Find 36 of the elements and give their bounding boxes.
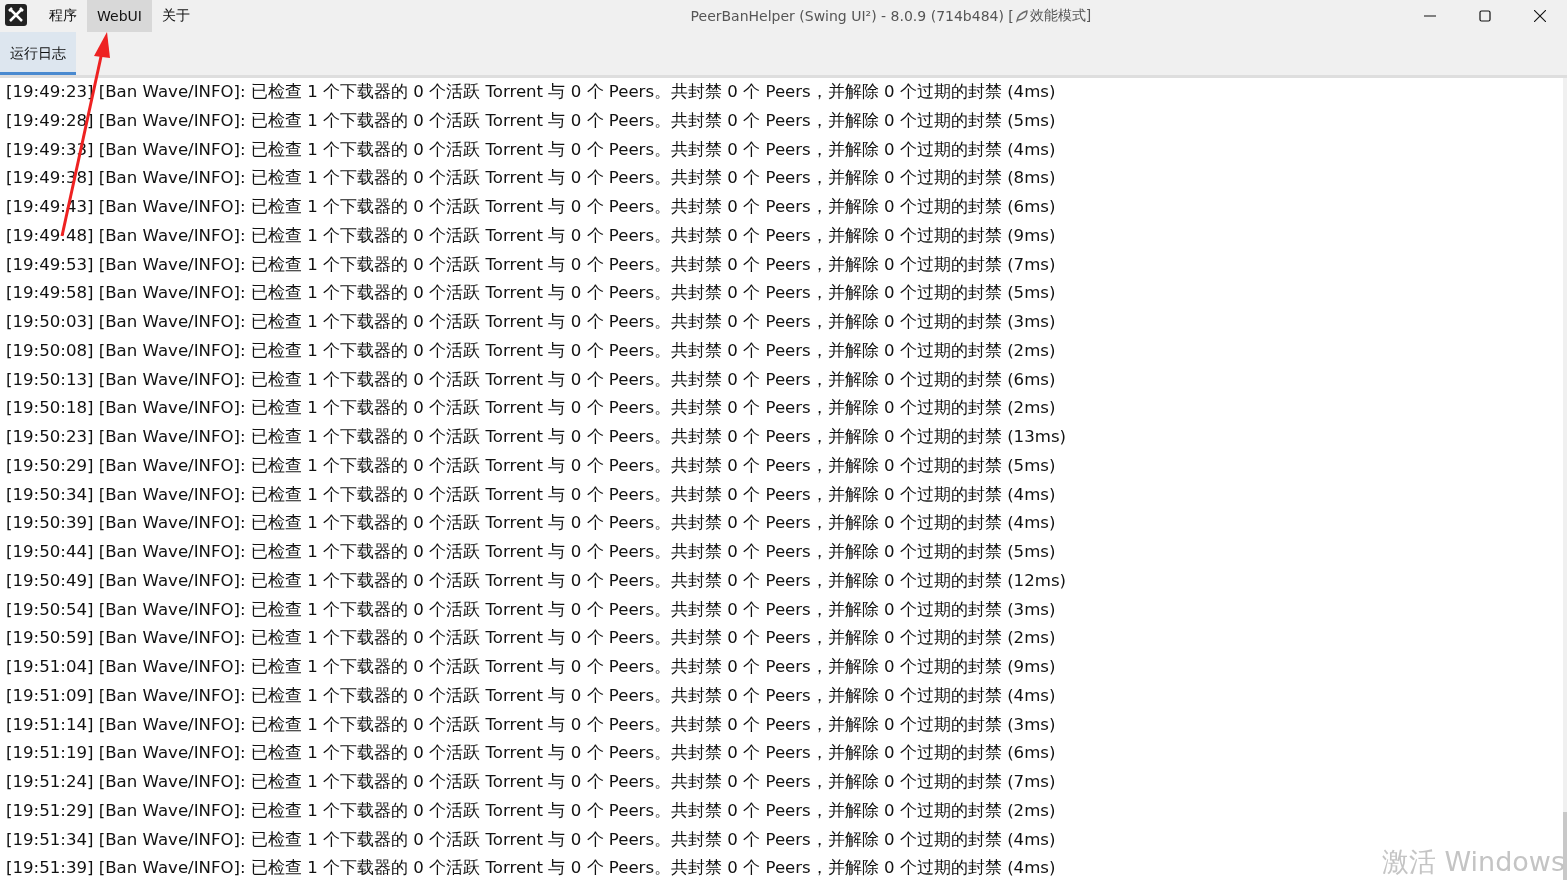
menu-item[interactable]: WebUI bbox=[87, 0, 152, 32]
log-line: [19:50:44] [Ban Wave/INFO]: 已检查 1 个下载器的 0 个活跃 Torrent 与 0 个 Peers。共封禁 0 个 Peers，并解除 0 个过期的封禁 (5ms) bbox=[6, 541, 1056, 563]
log-line: [19:51:34] [Ban Wave/INFO]: 已检查 1 个下载器的 0 个活跃 Torrent 与 0 个 Peers。共封禁 0 个 Peers，并解除 0 个过期的封禁 (4ms) bbox=[6, 828, 1056, 851]
app-logo-icon bbox=[5, 4, 27, 26]
log-line: [19:50:39] [Ban Wave/INFO]: 已检查 1 个下载器的 0 个活跃 Torrent 与 0 个 Peers。共封禁 0 个 Peers，并解除 0 个过期的封禁 (4ms) bbox=[6, 512, 1056, 535]
log-line: [19:50:03] [Ban Wave/INFO]: 已检查 1 个下载器的 0 个活跃 Torrent 与 0 个 Peers。共封禁 0 个 Peers，并解除 0 个过期的封禁 (3ms) bbox=[6, 311, 1056, 333]
log-line: [19:50:59] [Ban Wave/INFO]: 已检查 1 个下载器的 0 个活跃 Torrent 与 0 个 Peers。共封禁 0 个 Peers，并解除 0 个过期的封禁 (2ms) bbox=[6, 627, 1056, 650]
log-line: [19:49:23] [Ban Wave/INFO]: 已检查 1 个下载器的 0 个活跃 Torrent 与 0 个 Peers。共封禁 0 个 Peers，并解除 0 个过期的封禁 (4ms) bbox=[6, 81, 1056, 103]
log-line: [19:51:24] [Ban Wave/INFO]: 已检查 1 个下载器的 0 个活跃 Torrent 与 0 个 Peers。共封禁 0 个 Peers，并解除 0 个过期的封禁 (7ms) bbox=[6, 771, 1056, 793]
leaf-icon bbox=[1014, 9, 1029, 23]
tab[interactable]: 运行日志 bbox=[0, 32, 76, 75]
scrollbar-thumb[interactable] bbox=[1563, 812, 1567, 880]
log-line: [19:50:08] [Ban Wave/INFO]: 已检查 1 个下载器的 0 个活跃 Torrent 与 0 个 Peers。共封禁 0 个 Peers，并解除 0 个过期的封禁 (2ms) bbox=[6, 339, 1056, 362]
activation-notice: 激活 Windows bbox=[1381, 845, 1565, 879]
log-line: [19:51:14] [Ban Wave/INFO]: 已检查 1 个下载器的 0 个活跃 Torrent 与 0 个 Peers。共封禁 0 个 Peers，并解除 0 个过期的封禁 (3ms) bbox=[6, 713, 1056, 736]
log-line: [19:50:29] [Ban Wave/INFO]: 已检查 1 个下载器的 0 个活跃 Torrent 与 0 个 Peers。共封禁 0 个 Peers，并解除 0 个过期的封禁 (5ms) bbox=[6, 454, 1056, 477]
menu-item[interactable]: 关于 bbox=[151, 0, 200, 32]
log-line: [19:50:18] [Ban Wave/INFO]: 已检查 1 个下载器的 0 个活跃 Torrent 与 0 个 Peers。共封禁 0 个 Peers，并解除 0 个过期的封禁 (2ms) bbox=[6, 397, 1056, 420]
window-title-suffix: 效能模式] bbox=[1029, 7, 1092, 25]
log-line: [19:49:58] [Ban Wave/INFO]: 已检查 1 个下载器的 0 个活跃 Torrent 与 0 个 Peers。共封禁 0 个 Peers，并解除 0 个过期的封禁 (5ms) bbox=[6, 282, 1056, 305]
log-line: [19:51:09] [Ban Wave/INFO]: 已检查 1 个下载器的 0 个活跃 Torrent 与 0 个 Peers。共封禁 0 个 Peers，并解除 0 个过期的封禁 (4ms) bbox=[6, 684, 1056, 707]
log-line: [19:50:54] [Ban Wave/INFO]: 已检查 1 个下载器的 0 个活跃 Torrent 与 0 个 Peers。共封禁 0 个 Peers，并解除 0 个过期的封禁 (3ms) bbox=[6, 598, 1056, 621]
log-line: [19:50:13] [Ban Wave/INFO]: 已检查 1 个下载器的 0 个活跃 Torrent 与 0 个 Peers。共封禁 0 个 Peers，并解除 0 个过期的封禁 (6ms) bbox=[6, 368, 1056, 391]
menu-item[interactable]: 程序 bbox=[39, 0, 87, 32]
log-line: [19:50:23] [Ban Wave/INFO]: 已检查 1 个下载器的 0 个活跃 Torrent 与 0 个 Peers。共封禁 0 个 Peers，并解除 0 个过期的封禁 (13ms) bbox=[6, 426, 1067, 448]
log-line: [19:51:29] [Ban Wave/INFO]: 已检查 1 个下载器的 0 个活跃 Torrent 与 0 个 Peers。共封禁 0 个 Peers，并解除 0 个过期的封禁 (2ms) bbox=[6, 799, 1056, 822]
close-icon bbox=[1533, 10, 1546, 22]
log-line: [19:51:19] [Ban Wave/INFO]: 已检查 1 个下载器的 0 个活跃 Torrent 与 0 个 Peers。共封禁 0 个 Peers，并解除 0 个过期的封禁 (6ms) bbox=[6, 742, 1056, 765]
log-line: [19:49:53] [Ban Wave/INFO]: 已检查 1 个下载器的 0 个活跃 Torrent 与 0 个 Peers。共封禁 0 个 Peers，并解除 0 个过期的封禁 (7ms) bbox=[6, 253, 1056, 276]
maximize-icon bbox=[1478, 10, 1491, 22]
log-line: [19:49:48] [Ban Wave/INFO]: 已检查 1 个下载器的 0 个活跃 Torrent 与 0 个 Peers。共封禁 0 个 Peers，并解除 0 个过期的封禁 (9ms) bbox=[6, 224, 1056, 247]
log-line: [19:51:04] [Ban Wave/INFO]: 已检查 1 个下载器的 0 个活跃 Torrent 与 0 个 Peers。共封禁 0 个 Peers，并解除 0 个过期的封禁 (9ms) bbox=[6, 656, 1056, 678]
log-line: [19:50:34] [Ban Wave/INFO]: 已检查 1 个下载器的 0 个活跃 Torrent 与 0 个 Peers。共封禁 0 个 Peers，并解除 0 个过期的封禁 (4ms) bbox=[6, 483, 1056, 506]
log-line: [19:51:39] [Ban Wave/INFO]: 已检查 1 个下载器的 0 个活跃 Torrent 与 0 个 Peers。共封禁 0 个 Peers，并解除 0 个过期的封禁 (4ms) bbox=[6, 857, 1056, 880]
log-line: [19:50:49] [Ban Wave/INFO]: 已检查 1 个下载器的 0 个活跃 Torrent 与 0 个 Peers。共封禁 0 个 Peers，并解除 0 个过期的封禁 (12ms) bbox=[6, 569, 1067, 592]
window-title: PeerBanHelper (Swing UI²) - 8.0.9 (714b484) [ bbox=[690, 8, 1014, 24]
